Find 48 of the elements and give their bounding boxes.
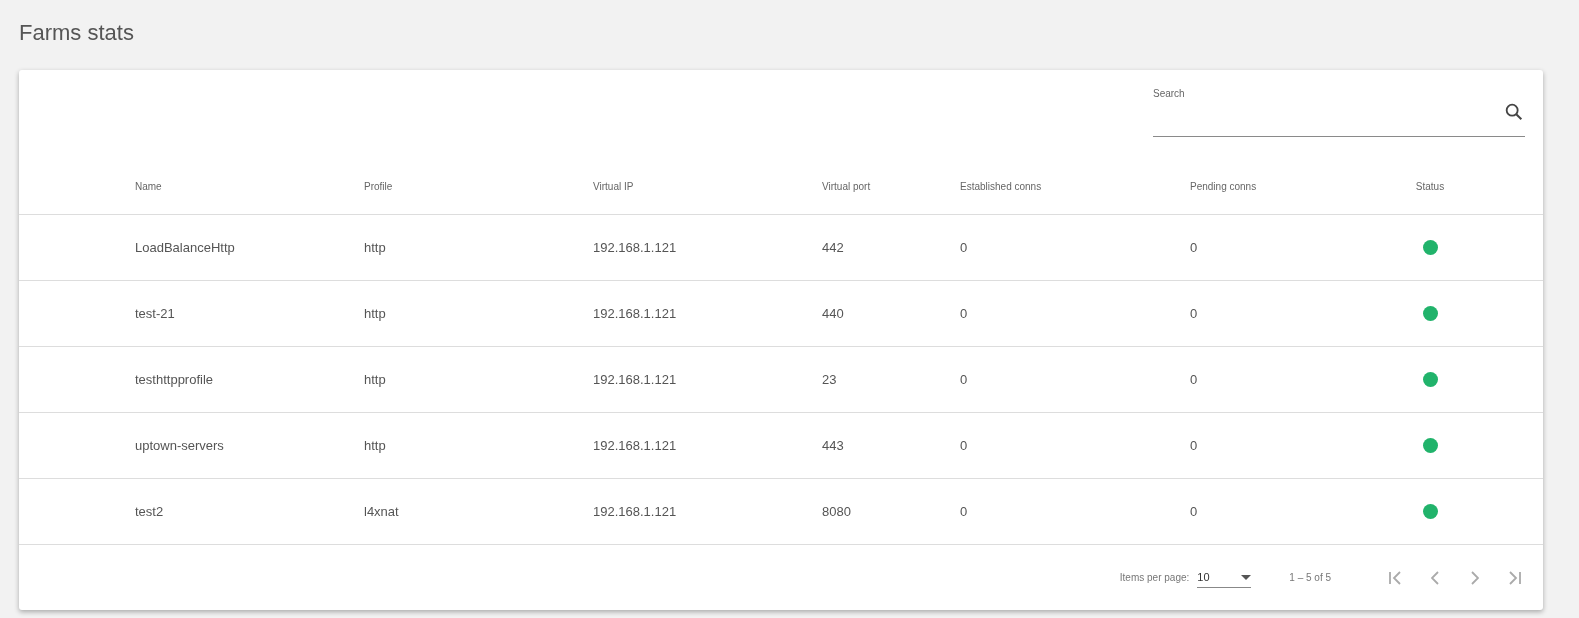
column-header: Profile bbox=[364, 180, 394, 192]
column-header: Virtual IP bbox=[593, 180, 635, 192]
caret-icon bbox=[1241, 574, 1252, 580]
table-cell-text: 442 bbox=[822, 240, 845, 255]
table-cell-text: 0 bbox=[1190, 372, 1199, 387]
page-size-select[interactable]: 10 bbox=[1197, 567, 1252, 588]
column-header: Pending conns bbox=[1190, 180, 1258, 192]
table-cell-text: 443 bbox=[822, 438, 845, 453]
table-cell-text: 192.168.1.121 bbox=[593, 372, 678, 387]
table-cell-text: 0 bbox=[1190, 306, 1199, 321]
bar-chevron-left-icon bbox=[1389, 570, 1401, 585]
table-cell-text: 23 bbox=[822, 372, 838, 387]
table-cell-text: 192.168.1.121 bbox=[593, 438, 678, 453]
table-cell-text: testhttpprofile bbox=[135, 372, 215, 387]
table-cell-text: test-21 bbox=[135, 306, 176, 321]
column-header: Established conns bbox=[960, 180, 1043, 192]
table-cell-text: LoadBalanceHttp bbox=[135, 240, 236, 255]
table-cell-text: uptown-servers bbox=[135, 438, 225, 453]
table-cell-text: http bbox=[364, 240, 387, 255]
search-icon[interactable] bbox=[1503, 101, 1525, 123]
page-title: Farms stats bbox=[19, 19, 135, 47]
table-cell-text: http bbox=[364, 372, 387, 387]
table-cell-text: 8080 bbox=[822, 504, 852, 519]
chevron-left-icon bbox=[1431, 570, 1439, 585]
chevron-right-icon bbox=[1471, 570, 1479, 585]
table-cell-text: l4xnat bbox=[364, 504, 400, 519]
search-field[interactable]: Search bbox=[1153, 86, 1525, 137]
table-cell-text: 192.168.1.121 bbox=[593, 240, 678, 255]
table-cell-text: 440 bbox=[822, 306, 845, 321]
table-cell-text: 192.168.1.121 bbox=[593, 306, 678, 321]
table-cell-text: 0 bbox=[960, 504, 969, 519]
table-cell-text: 0 bbox=[1190, 240, 1199, 255]
table-cell-text: 0 bbox=[960, 240, 969, 255]
chevron-bar-right-icon bbox=[1509, 570, 1521, 585]
page-range: 1 – 5 of 5 bbox=[1289, 572, 1331, 583]
table-cell-text: http bbox=[364, 306, 387, 321]
table-cell-text: http bbox=[364, 438, 387, 453]
table-cell-text: test2 bbox=[135, 504, 165, 519]
items-per-page-label: Items per page: bbox=[1119, 572, 1190, 583]
table-cell-text: 0 bbox=[960, 372, 969, 387]
table-cell-text: 0 bbox=[960, 438, 969, 453]
column-header: Status bbox=[1414, 180, 1446, 192]
table-cell-text: 192.168.1.121 bbox=[593, 504, 678, 519]
column-header: Name bbox=[135, 180, 163, 192]
table-cell-text: 0 bbox=[1190, 504, 1199, 519]
table-cell-text: 0 bbox=[1190, 438, 1199, 453]
column-header: Virtual port bbox=[822, 180, 872, 192]
table-cell-text: 0 bbox=[960, 306, 969, 321]
